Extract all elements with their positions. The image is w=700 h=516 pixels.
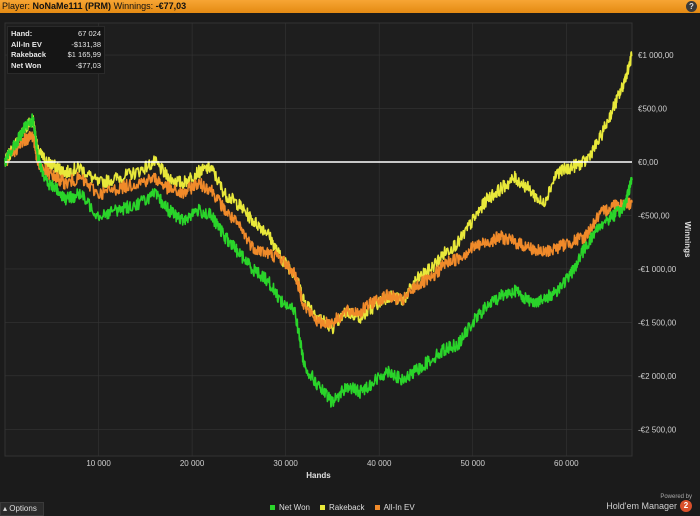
info-row-rakeback: Rakeback $1 165,99 xyxy=(11,50,101,59)
y-tick-label: €500,00 xyxy=(638,105,667,114)
y-tick-label: -€500,00 xyxy=(638,211,670,220)
title-bar: Player: NoNaMe111 (PRM) Winnings: -€77,0… xyxy=(0,0,700,13)
y-tick-label: -€1 500,00 xyxy=(638,318,677,327)
player-label: Player: xyxy=(2,1,31,11)
x-tick-label: 50 000 xyxy=(461,459,486,468)
winnings-label: Winnings: xyxy=(113,1,154,11)
y-tick-label: -€1 000,00 xyxy=(638,265,677,274)
legend-item-net-won[interactable]: Net Won xyxy=(270,503,310,512)
options-button[interactable]: ▴ Options xyxy=(0,502,44,516)
winnings-value: -€77,03 xyxy=(155,1,187,11)
info-row-net-won: Net Won -$77,03 xyxy=(11,60,101,70)
info-row-all-in-ev: All-In EV -$131,38 xyxy=(11,39,101,49)
info-row-hand: Hand: 67 024 xyxy=(11,29,101,38)
chart-legend: Net Won Rakeback All-In EV xyxy=(270,503,415,512)
legend-item-rakeback[interactable]: Rakeback xyxy=(319,503,365,512)
plot-area xyxy=(4,22,633,457)
player-name: NoNaMe111 (PRM) xyxy=(32,1,112,11)
hand-info-box: Hand: 67 024 All-In EV -$131,38 Rakeback $1… xyxy=(7,26,105,74)
brand-badge-icon: 2 xyxy=(680,500,692,512)
y-tick-label: €1 000,00 xyxy=(638,51,674,60)
x-tick-label: 10 000 xyxy=(86,459,111,468)
brand-logo: Powered by Hold'em Manager 2 xyxy=(606,494,692,512)
y-axis-label: Winnings xyxy=(683,222,692,258)
x-tick-label: 30 000 xyxy=(273,459,298,468)
legend-item-all-in-ev[interactable]: All-In EV xyxy=(374,503,415,512)
y-tick-label: -€2 000,00 xyxy=(638,372,677,381)
x-tick-label: 40 000 xyxy=(367,459,392,468)
x-tick-label: 20 000 xyxy=(180,459,205,468)
x-axis-label: Hands xyxy=(306,471,331,480)
y-tick-label: -€2 500,00 xyxy=(638,425,677,434)
y-tick-label: €0,00 xyxy=(638,158,659,167)
x-tick-label: 60 000 xyxy=(554,459,579,468)
winnings-chart: €1 000,00 €500,00 €0,00 -€500,00 -€1 000,00 -… xyxy=(4,22,692,480)
help-icon[interactable]: ? xyxy=(686,1,697,12)
